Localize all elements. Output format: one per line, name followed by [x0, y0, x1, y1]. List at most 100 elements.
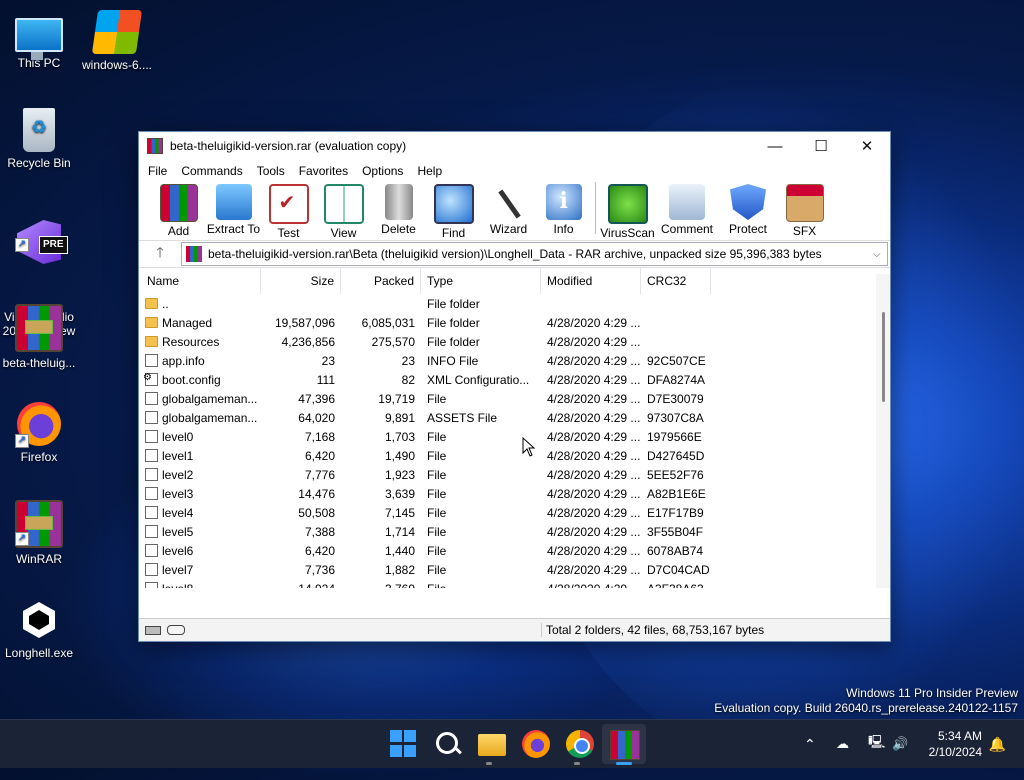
vertical-scrollbar[interactable]	[876, 274, 890, 588]
winrar-window: beta-theluigikid-version.rar (evaluation…	[138, 131, 891, 642]
view-button[interactable]: View	[316, 182, 371, 240]
cloud-offline-icon[interactable]: ☁	[836, 720, 849, 768]
virusscan-button[interactable]: VirusScan	[600, 182, 655, 240]
title-bar[interactable]: beta-theluigikid-version.rar (evaluation…	[139, 132, 890, 160]
menu-favorites[interactable]: Favorites	[292, 164, 355, 178]
cell-crc32: D427645D	[647, 448, 705, 463]
table-row[interactable]: app.info 23 23 INFO File 4/28/2020 4:29 ... 9…	[139, 351, 890, 370]
clock-date: 2/10/2024	[928, 745, 982, 759]
drive-icon[interactable]	[145, 625, 161, 635]
cell-name: level5	[139, 525, 261, 539]
chevron-up-icon[interactable]: ⌃	[804, 720, 816, 768]
key-icon[interactable]	[167, 625, 185, 635]
table-row[interactable]: .. File folder	[139, 294, 890, 313]
maximize-button[interactable]: ☐	[798, 132, 844, 160]
desktop-icon-label: WinRAR	[15, 552, 62, 566]
cell-packed: 1,882	[384, 562, 415, 577]
menu-commands[interactable]: Commands	[174, 164, 249, 178]
volume-icon[interactable]: 🔊	[892, 720, 908, 768]
cell-size: 7,388	[304, 524, 335, 539]
table-row[interactable]: level2 7,776 1,923 File 4/28/2020 4:29 ... 5E…	[139, 465, 890, 484]
table-row[interactable]: globalgameman... 64,020 9,891 ASSETS File 4/…	[139, 408, 890, 427]
search-icon[interactable]	[434, 730, 462, 758]
file-explorer-icon[interactable]	[478, 734, 506, 756]
network-icon[interactable]: 🖳	[868, 720, 885, 768]
cell-modified: 4/28/2020 4:29 ...	[547, 524, 641, 539]
cell-packed: 9,891	[384, 410, 415, 425]
file-icon	[145, 430, 158, 443]
delete-button[interactable]: Delete	[371, 182, 426, 236]
desktop-icon-this-pc[interactable]: This PC	[1, 10, 77, 70]
address-bar: 🡑 beta-theluigikid-version.rar\Beta (the…	[139, 240, 890, 268]
wizard-button[interactable]: Wizard	[481, 182, 536, 236]
column-crc32[interactable]: CRC32	[641, 268, 711, 294]
file-name: globalgameman...	[162, 410, 258, 425]
comment-button[interactable]: Comment	[655, 182, 719, 236]
sfx-button[interactable]: SFX	[777, 182, 832, 238]
address-field[interactable]: beta-theluigikid-version.rar\Beta (thelu…	[181, 242, 888, 266]
cell-type: File	[427, 543, 447, 558]
chevron-down-icon[interactable]: ⌵	[873, 249, 887, 260]
desktop-icon-winrar[interactable]: ↗ WinRAR	[1, 500, 77, 566]
desktop-icon-beta-rar[interactable]: beta-theluig...	[1, 304, 77, 370]
table-row[interactable]: level1 6,420 1,490 File 4/28/2020 4:29 ... D4…	[139, 446, 890, 465]
table-row[interactable]: boot.config 111 82 XML Configuratio... 4/28/…	[139, 370, 890, 389]
menu-help[interactable]: Help	[410, 164, 449, 178]
table-row[interactable]: Resources 4,236,856 275,570 File folder 4/28…	[139, 332, 890, 351]
column-packed[interactable]: Packed	[341, 268, 421, 294]
table-row[interactable]: level0 7,168 1,703 File 4/28/2020 4:29 ... 19…	[139, 427, 890, 446]
cell-type: File folder	[427, 315, 480, 330]
desktop-icon-firefox[interactable]: ↗ Firefox	[1, 402, 77, 464]
add-button[interactable]: Add	[151, 182, 206, 238]
winrar-taskbar-icon[interactable]	[610, 730, 640, 760]
table-row[interactable]: level7 7,736 1,882 File 4/28/2020 4:29 ... D7…	[139, 560, 890, 579]
menu-options[interactable]: Options	[355, 164, 410, 178]
start-button[interactable]	[390, 730, 418, 758]
extract-to-button[interactable]: Extract To	[206, 182, 261, 236]
column-type[interactable]: Type	[421, 268, 541, 294]
chrome-taskbar-icon[interactable]	[566, 730, 594, 758]
notification-bell-icon[interactable]: 🔔	[989, 736, 1006, 753]
find-button[interactable]: Find	[426, 182, 481, 240]
table-row[interactable]: level5 7,388 1,714 File 4/28/2020 4:29 ... 3F…	[139, 522, 890, 541]
scrollbar-thumb[interactable]	[882, 312, 885, 402]
cell-type: XML Configuratio...	[427, 372, 530, 387]
unity-icon	[17, 598, 61, 642]
folder-icon	[145, 336, 158, 347]
cell-type: File folder	[427, 296, 480, 311]
file-icon	[145, 487, 158, 500]
menu-tools[interactable]: Tools	[250, 164, 292, 178]
cell-name: app.info	[139, 354, 261, 368]
protect-button[interactable]: Protect	[719, 182, 777, 236]
desktop-icon-windows-iso[interactable]: windows-6....	[79, 10, 155, 72]
cell-name: level7	[139, 563, 261, 577]
test-button[interactable]: Test	[261, 182, 316, 240]
cell-packed: 23	[401, 353, 415, 368]
cell-name: globalgameman...	[139, 392, 261, 406]
sort-caret-icon: ^	[197, 268, 201, 272]
desktop-icon-recycle-bin[interactable]: ♻ Recycle Bin	[1, 108, 77, 170]
cell-type: File	[427, 391, 447, 406]
table-row[interactable]: globalgameman... 47,396 19,719 File 4/28/202…	[139, 389, 890, 408]
file-name: globalgameman...	[162, 391, 258, 406]
desktop-icon-longhell[interactable]: Longhell.exe	[1, 598, 77, 660]
config-file-icon	[143, 373, 158, 386]
column-modified[interactable]: Modified	[541, 268, 641, 294]
up-arrow-icon[interactable]: 🡑	[139, 242, 181, 266]
menu-file[interactable]: File	[141, 164, 174, 178]
table-row[interactable]: level6 6,420 1,440 File 4/28/2020 4:29 ... 60…	[139, 541, 890, 560]
table-row[interactable]: Managed 19,587,096 6,085,031 File folder 4/2…	[139, 313, 890, 332]
cell-crc32: A82B1E6E	[647, 486, 706, 501]
cell-packed: 1,490	[384, 448, 415, 463]
minimize-button[interactable]: —	[752, 132, 798, 160]
firefox-taskbar-icon[interactable]	[522, 730, 550, 758]
table-row[interactable]: level8 14,9243,769File4/28/2020 4:29 ...A…	[139, 579, 890, 588]
shortcut-arrow-icon: ↗	[15, 532, 29, 546]
toolbar-label: Test	[277, 226, 300, 240]
column-size[interactable]: Size	[261, 268, 341, 294]
info-button[interactable]: Info	[536, 182, 591, 236]
close-button[interactable]: ✕	[844, 132, 890, 160]
table-row[interactable]: level4 50,508 7,145 File 4/28/2020 4:29 ... E…	[139, 503, 890, 522]
system-clock[interactable]: 5:34 AM 2/10/2024	[929, 728, 982, 760]
table-row[interactable]: level3 14,476 3,639 File 4/28/2020 4:29 ... A…	[139, 484, 890, 503]
